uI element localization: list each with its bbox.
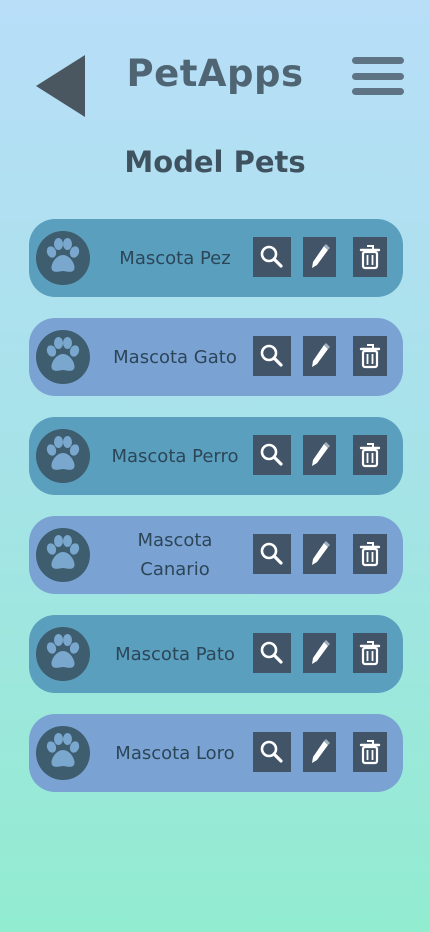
edit-button[interactable] [303, 435, 336, 475]
pencil-icon [312, 541, 330, 565]
pet-card[interactable]: Mascota Canario [29, 516, 403, 594]
delete-button[interactable] [353, 633, 387, 673]
paw-icon [36, 627, 90, 681]
hamburger-line [352, 73, 404, 80]
delete-button[interactable] [353, 336, 387, 376]
pet-card[interactable]: Mascota Pato [29, 615, 403, 693]
search-icon [260, 542, 283, 565]
view-button[interactable] [253, 633, 291, 673]
pet-card[interactable]: Mascota Perro [29, 417, 403, 495]
paw-icon [36, 528, 90, 582]
page-title: Model Pets [124, 145, 306, 179]
delete-button[interactable] [353, 237, 387, 277]
trash-icon [359, 542, 381, 567]
view-button[interactable] [253, 435, 291, 475]
search-icon [260, 641, 283, 664]
pet-name: Mascota Canario [137, 530, 213, 580]
paw-icon [36, 429, 90, 483]
paw-icon [36, 330, 90, 384]
pet-name: Mascota Pez [119, 247, 231, 269]
trash-icon [359, 443, 381, 468]
trash-icon [359, 344, 381, 369]
paw-icon [36, 726, 90, 780]
edit-button[interactable] [303, 336, 336, 376]
edit-button[interactable] [303, 732, 336, 772]
view-button[interactable] [253, 336, 291, 376]
pet-name: Mascota Loro [115, 742, 235, 764]
pencil-icon [312, 640, 330, 664]
delete-button[interactable] [353, 534, 387, 574]
pet-card[interactable]: Mascota Pez [29, 219, 403, 297]
search-icon [260, 443, 283, 466]
view-button[interactable] [253, 732, 291, 772]
edit-button[interactable] [303, 534, 336, 574]
menu-button[interactable] [352, 56, 404, 96]
trash-icon [359, 740, 381, 765]
delete-button[interactable] [353, 732, 387, 772]
search-icon [260, 740, 283, 763]
pet-card[interactable]: Mascota Loro [29, 714, 403, 792]
trash-icon [359, 641, 381, 666]
pet-card[interactable]: Mascota Gato [29, 318, 403, 396]
hamburger-menu-icon [352, 57, 404, 64]
app-header: PetApps [0, 0, 430, 120]
search-icon [260, 344, 283, 367]
trash-icon [359, 245, 381, 270]
pet-name: Mascota Gato [113, 346, 237, 368]
view-button[interactable] [253, 534, 291, 574]
edit-button[interactable] [303, 633, 336, 673]
paw-icon [36, 231, 90, 285]
pencil-icon [312, 739, 330, 763]
pet-name: Mascota Perro [111, 445, 239, 467]
pencil-icon [312, 244, 330, 268]
view-button[interactable] [253, 237, 291, 277]
pet-name: Mascota Pato [115, 643, 235, 665]
delete-button[interactable] [353, 435, 387, 475]
pencil-icon [312, 442, 330, 466]
pencil-icon [312, 343, 330, 367]
search-icon [260, 245, 283, 268]
hamburger-line [352, 88, 404, 95]
edit-button[interactable] [303, 237, 336, 277]
